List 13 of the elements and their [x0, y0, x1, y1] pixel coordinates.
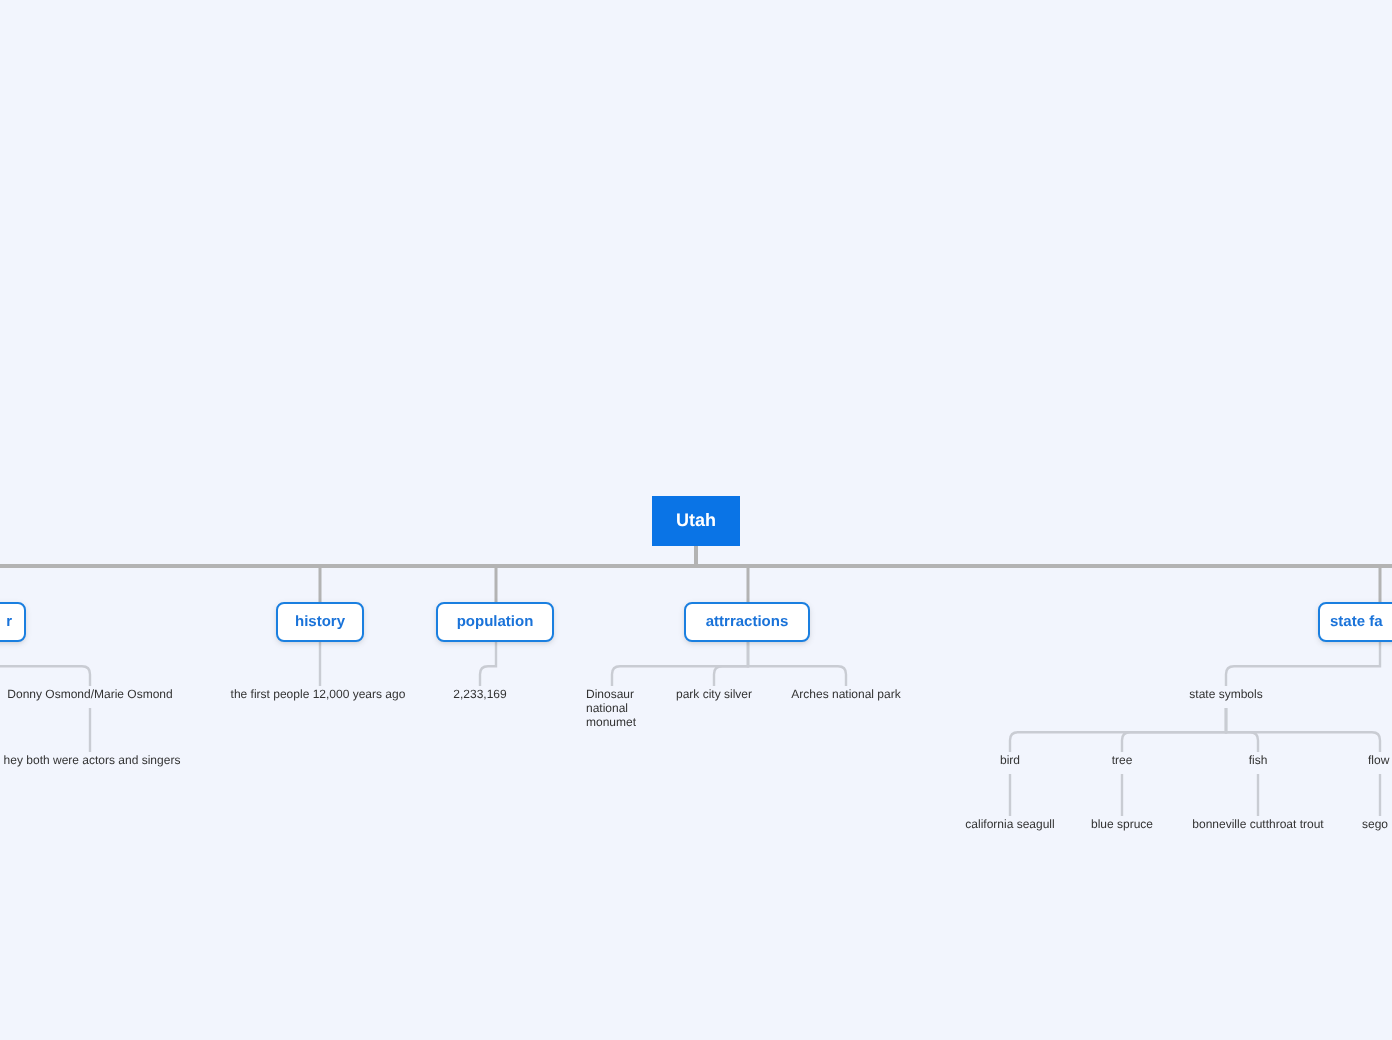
connector-line [1120, 774, 1124, 816]
connector-line [318, 642, 322, 686]
branch-line [694, 546, 698, 566]
connector-line [1256, 774, 1260, 816]
connector-line [1008, 774, 1012, 816]
connector-line [88, 708, 92, 752]
connector-line [478, 642, 498, 686]
branch-line [494, 566, 498, 602]
connector-line [1378, 774, 1382, 816]
branch-line [318, 566, 322, 602]
branch-line [1378, 566, 1382, 602]
branch-line [746, 566, 750, 602]
central-topic[interactable]: Utah [652, 496, 740, 546]
